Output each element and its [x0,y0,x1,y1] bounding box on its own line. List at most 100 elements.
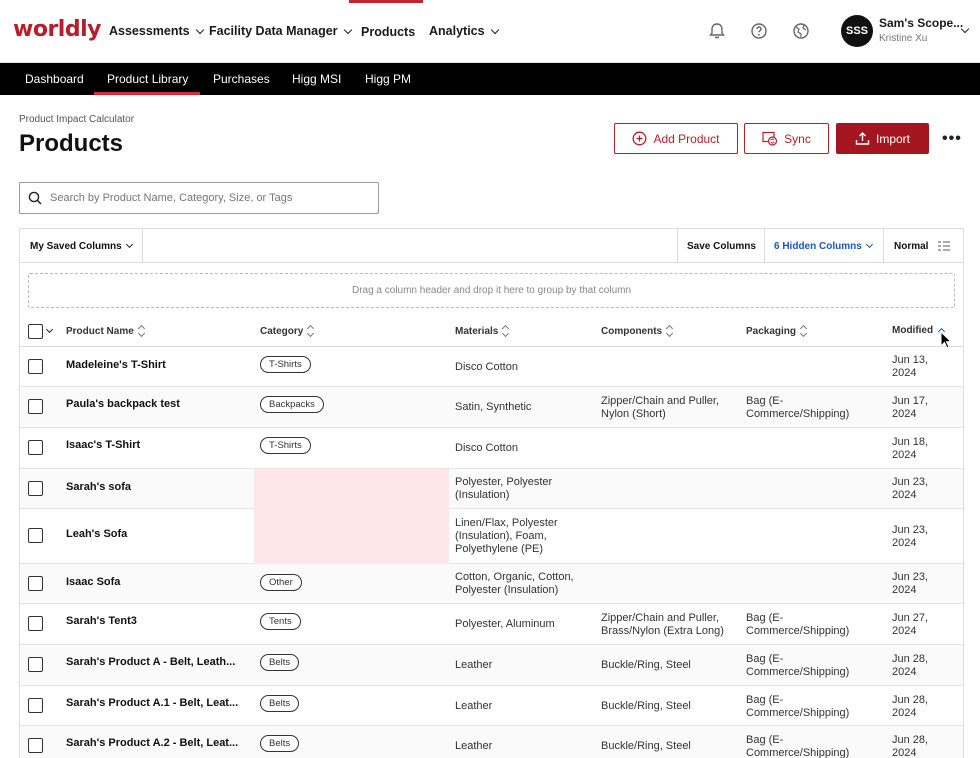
product-name[interactable]: Sarah's Tent3 [66,615,246,628]
nav-label: Facility Data Manager [209,24,338,38]
column-label: Product Name [66,325,134,337]
materials-cell: Satin, Synthetic [455,401,532,413]
sort-icon [800,325,808,337]
search-input[interactable] [50,192,370,204]
sub-nav: Dashboard Product Library Purchases Higg… [0,63,980,95]
product-name[interactable]: Madeleine's T-Shirt [66,359,246,372]
import-button[interactable]: Import [836,123,929,154]
group-by-dropzone[interactable]: Drag a column header and drop it here to… [28,273,955,308]
modified-cell: Jun 23, 2024 [892,476,929,501]
globe-icon[interactable] [792,22,810,40]
table-row[interactable]: Sarah's Product A - Belt, Leath... Belts… [20,645,963,686]
table-row[interactable]: Paula's backpack test Backpacks Satin, S… [20,387,963,428]
nav-analytics[interactable]: Analytics [429,24,499,38]
import-label: Import [875,131,910,146]
bell-icon[interactable] [708,22,726,40]
chevron-down-icon[interactable] [960,24,970,34]
column-header-category[interactable]: Category [260,325,315,337]
search-box[interactable] [19,182,379,214]
add-product-button[interactable]: Add Product [614,123,738,154]
subnav-dashboard[interactable]: Dashboard [25,72,84,86]
category-tag: T-Shirts [260,356,311,373]
help-icon[interactable] [750,22,768,40]
select-all-checkbox[interactable] [28,324,43,339]
grid-toolbar: My Saved Columns Save Columns 6 Hidden C… [20,229,963,263]
breadcrumb[interactable]: Product Impact Calculator [19,114,134,125]
subnav-product-library[interactable]: Product Library [107,72,188,86]
product-name[interactable]: Paula's backpack test [66,398,246,411]
sync-icon [762,131,778,146]
sort-icon [666,325,674,337]
column-header-packaging[interactable]: Packaging [746,325,808,337]
column-header-product-name[interactable]: Product Name [66,325,146,337]
category-tag: Backpacks [260,396,324,413]
table-row[interactable]: Sarah's Product A.2 - Belt, Leat... Belt… [20,726,963,758]
product-name[interactable]: Leah's Sofa [66,528,246,541]
subnav-higg-msi[interactable]: Higg MSI [292,72,341,86]
materials-cell: Polyester, Aluminum [455,618,555,630]
missing-category-cell[interactable] [254,509,449,564]
page-title: Products [19,130,124,157]
nav-facility-data-manager[interactable]: Facility Data Manager [209,24,352,38]
density-label: Normal [894,240,929,252]
row-checkbox[interactable] [28,399,43,414]
save-columns-button[interactable]: Save Columns [687,229,756,263]
active-subnav-indicator [94,92,200,95]
category-tag: Belts [260,735,300,752]
components-cell: Buckle/Ring, Steel [601,740,691,752]
row-checkbox[interactable] [28,657,43,672]
product-name[interactable]: Sarah's Product A.2 - Belt, Leat... [66,737,246,750]
product-name[interactable]: Isaac Sofa [66,576,246,589]
active-nav-indicator [349,0,423,3]
product-name[interactable]: Isaac's T-Shirt [66,439,246,452]
saved-columns-label: My Saved Columns [30,240,122,252]
hidden-columns-dropdown[interactable]: 6 Hidden Columns [774,229,873,263]
nav-assessments[interactable]: Assessments [109,24,204,38]
user-name[interactable]: Sam's Scope... [879,16,963,30]
column-header-components[interactable]: Components [601,325,674,337]
row-checkbox[interactable] [28,481,43,496]
row-checkbox[interactable] [28,616,43,631]
product-name[interactable]: Sarah's Product A - Belt, Leath... [66,656,246,669]
subnav-purchases[interactable]: Purchases [213,72,270,86]
grid-header-row: Product Name Category Materials Componen… [20,317,963,347]
components-cell: Zipper/Chain and Puller, Brass/Nylon (Ex… [601,612,724,637]
table-row[interactable]: Sarah's Product A.1 - Belt, Leat... Belt… [20,686,963,726]
row-checkbox[interactable] [28,440,43,455]
table-row[interactable]: Sarah's sofa Polyester, Polyester (Insul… [20,469,963,509]
row-checkbox[interactable] [28,698,43,713]
packaging-cell: Bag (E-Commerce/Shipping) [746,395,850,420]
components-cell: Buckle/Ring, Steel [601,700,691,712]
table-row[interactable]: Isaac's T-Shirt T-Shirts Disco Cotton Ju… [20,428,963,469]
column-header-modified[interactable]: Modified [892,325,946,336]
avatar[interactable]: SSS [841,15,873,47]
missing-category-cell[interactable] [254,469,449,509]
row-checkbox[interactable] [28,576,43,591]
chevron-down-icon[interactable] [45,325,54,334]
materials-cell: Polyester, Polyester (Insulation) [455,476,553,501]
table-row[interactable]: Sarah's Tent3 Tents Polyester, Aluminum … [20,604,963,645]
nav-label: Products [361,25,416,39]
worldly-logo[interactable]: worldly [13,17,101,42]
category-tag: Belts [260,654,300,671]
column-label: Modified [892,325,934,336]
row-checkbox[interactable] [28,359,43,374]
product-name[interactable]: Sarah's Product A.1 - Belt, Leat... [66,697,246,710]
table-row[interactable]: Isaac Sofa Other Cotton, Organic, Cotton… [20,564,963,604]
row-checkbox[interactable] [28,528,43,543]
category-tag: Tents [260,613,301,630]
table-row[interactable]: Madeleine's T-Shirt T-Shirts Disco Cotto… [20,347,963,387]
row-checkbox[interactable] [28,738,43,753]
sync-button[interactable]: Sync [744,123,829,154]
product-name[interactable]: Sarah's sofa [66,481,246,494]
nav-products[interactable]: Products [361,25,415,39]
column-header-materials[interactable]: Materials [455,325,510,337]
more-options-icon[interactable]: ••• [942,130,962,148]
subnav-higg-pm[interactable]: Higg PM [365,72,411,86]
saved-columns-dropdown[interactable]: My Saved Columns [30,229,133,263]
materials-cell: Leather [455,700,493,712]
table-row[interactable]: Leah's Sofa Linen/Flax, Polyester (Insul… [20,509,963,564]
density-selector[interactable]: Normal [894,229,951,263]
search-icon [28,191,42,205]
sync-label: Sync [784,131,811,146]
